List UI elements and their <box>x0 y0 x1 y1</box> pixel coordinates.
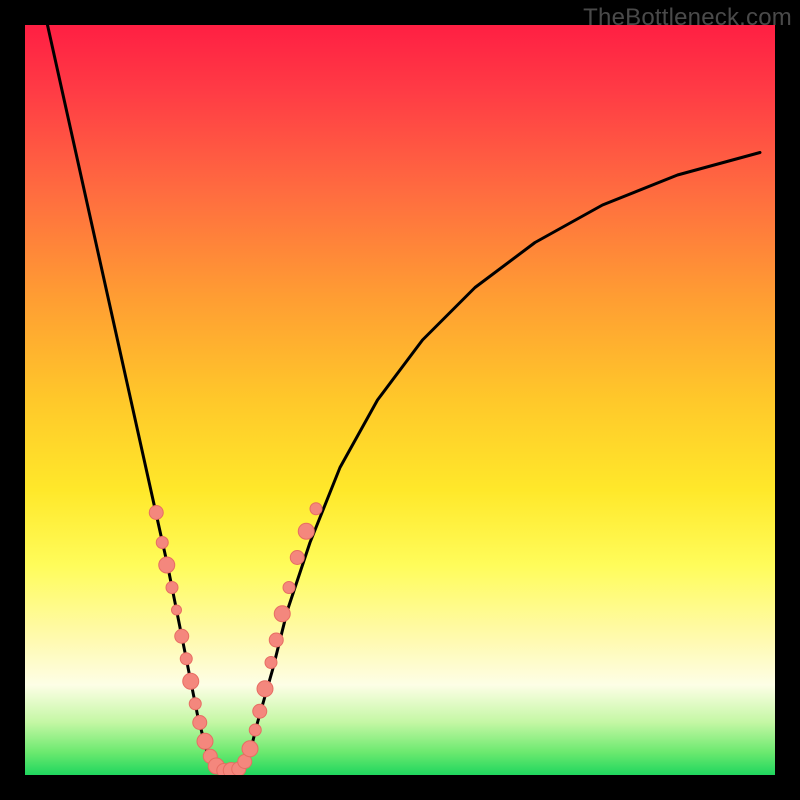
data-marker <box>193 716 207 730</box>
data-marker <box>189 698 201 710</box>
curve-group <box>48 25 761 773</box>
bottleneck-curve <box>48 25 761 773</box>
data-marker <box>159 557 175 573</box>
data-marker <box>149 506 163 520</box>
data-marker <box>197 733 213 749</box>
data-marker <box>166 582 178 594</box>
data-marker <box>156 537 168 549</box>
data-marker <box>269 633 283 647</box>
data-marker <box>274 606 290 622</box>
marker-group <box>149 503 322 775</box>
bottleneck-curve-svg <box>25 25 775 775</box>
data-marker <box>265 657 277 669</box>
data-marker <box>172 605 182 615</box>
data-marker <box>283 582 295 594</box>
data-marker <box>183 673 199 689</box>
data-marker <box>310 503 322 515</box>
watermark-text: TheBottleneck.com <box>583 4 792 32</box>
data-marker <box>253 704 267 718</box>
data-marker <box>180 653 192 665</box>
chart-frame: TheBottleneck.com <box>0 0 800 800</box>
data-marker <box>242 741 258 757</box>
data-marker <box>175 629 189 643</box>
data-marker <box>257 681 273 697</box>
plot-area <box>25 25 775 775</box>
data-marker <box>290 551 304 565</box>
data-marker <box>298 523 314 539</box>
data-marker <box>249 724 261 736</box>
